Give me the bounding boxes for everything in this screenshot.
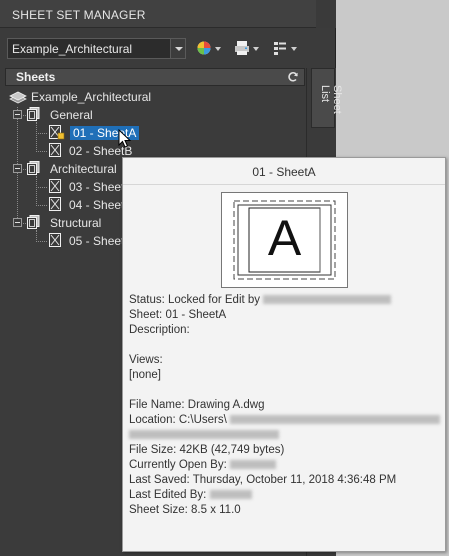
tree-sheet-label: 04 - Sheet xyxy=(69,198,125,212)
tree-sheet-05[interactable]: 05 - Sheet xyxy=(49,233,129,249)
location-text: Location: C:\Users\ xyxy=(129,414,227,426)
tree-sheet-04[interactable]: 04 - Sheet xyxy=(49,197,129,213)
open-by-text: Currently Open By: xyxy=(129,459,227,471)
title-bar-strip xyxy=(316,0,336,28)
tree-sheet-label: 05 - Sheet xyxy=(69,234,125,248)
tree-subset-structural[interactable]: Structural xyxy=(13,215,133,231)
publish-button[interactable] xyxy=(232,38,262,58)
redacted-value xyxy=(263,295,392,305)
last-saved-text: Last Saved: Thursday, October 11, 2018 4… xyxy=(129,474,397,486)
description-text: Description: xyxy=(129,324,190,336)
sheet-list-tab-label: Sheet List xyxy=(319,85,343,114)
sheet-list-tab[interactable]: Sheet List xyxy=(311,68,343,128)
tree-subset-label: Architectural xyxy=(50,162,117,176)
tree-sheet-03[interactable]: 03 - Sheet xyxy=(49,179,129,195)
locked-sheet-icon xyxy=(49,125,65,140)
subset-icon xyxy=(27,107,40,121)
sheet-icon xyxy=(49,179,61,193)
caret-down-icon xyxy=(253,47,259,51)
sheet-icon xyxy=(49,143,61,157)
collapse-icon[interactable] xyxy=(13,218,22,227)
mouse-cursor-icon xyxy=(118,129,132,148)
sheet-list-button[interactable] xyxy=(270,38,300,58)
sheet-list-icon xyxy=(274,42,286,55)
tree-sheet-01[interactable]: 01 - SheetA xyxy=(49,125,179,141)
tree-sheet-label: 03 - Sheet xyxy=(69,180,125,194)
redacted-value xyxy=(230,460,276,470)
redacted-value xyxy=(129,430,279,440)
sheet-set-button[interactable] xyxy=(194,38,224,58)
status-text: Status: Locked for Edit by xyxy=(129,294,261,306)
sheets-panel-header: Sheets xyxy=(5,68,305,86)
redacted-value xyxy=(229,415,440,425)
sheet-icon xyxy=(49,233,61,247)
tooltip-header: 01 - SheetA xyxy=(123,158,445,185)
sheet-set-dropdown-value: Example_Architectural xyxy=(12,42,133,56)
sheet-icon xyxy=(49,197,61,211)
caret-down-icon xyxy=(215,47,221,51)
refresh-icon[interactable] xyxy=(287,71,299,83)
sheet-set-dropdown[interactable]: Example_Architectural xyxy=(7,38,186,59)
tree-subset-label: Structural xyxy=(50,216,102,230)
sheet-details-tooltip: 01 - SheetA A Status: Locked for Edit by… xyxy=(122,157,446,552)
tree-root-sheet-set[interactable]: Example_Architectural xyxy=(9,89,189,105)
chevron-down-icon[interactable] xyxy=(170,39,185,58)
views-value: [none] xyxy=(129,369,161,381)
caret-down-icon xyxy=(291,47,297,51)
palette-title: SHEET SET MANAGER xyxy=(12,8,146,22)
redacted-value xyxy=(209,490,252,500)
publish-icon xyxy=(235,41,249,55)
sheet-size-text: Sheet Size: 8.5 x 11.0 xyxy=(129,504,241,516)
subset-icon xyxy=(27,215,40,229)
sheets-panel-title: Sheets xyxy=(16,70,56,84)
thumbnail-letter: A xyxy=(267,210,302,266)
file-name-text: File Name: Drawing A.dwg xyxy=(129,399,265,411)
tree-subset-general[interactable]: General xyxy=(13,107,133,123)
file-size-text: File Size: 42KB (42,749 bytes) xyxy=(129,444,285,456)
tooltip-title: 01 - SheetA xyxy=(252,165,316,179)
sheet-set-icon xyxy=(197,41,211,55)
collapse-icon[interactable] xyxy=(13,164,22,173)
sheet-name-text: Sheet: 01 - SheetA xyxy=(129,309,227,321)
sheet-set-icon xyxy=(9,91,27,104)
sheet-properties: Status: Locked for Edit by Sheet: 01 - S… xyxy=(129,293,441,518)
tree-root-label: Example_Architectural xyxy=(31,90,152,104)
last-edited-text: Last Edited By: xyxy=(129,489,207,501)
tree-subset-label: General xyxy=(50,108,93,122)
toolbar: Example_Architectural xyxy=(0,28,316,68)
sheet-thumbnail: A xyxy=(221,192,348,288)
subset-icon xyxy=(27,161,40,175)
palette-title-bar[interactable]: SHEET SET MANAGER xyxy=(0,0,316,28)
collapse-icon[interactable] xyxy=(13,110,22,119)
views-label: Views: xyxy=(129,354,163,366)
